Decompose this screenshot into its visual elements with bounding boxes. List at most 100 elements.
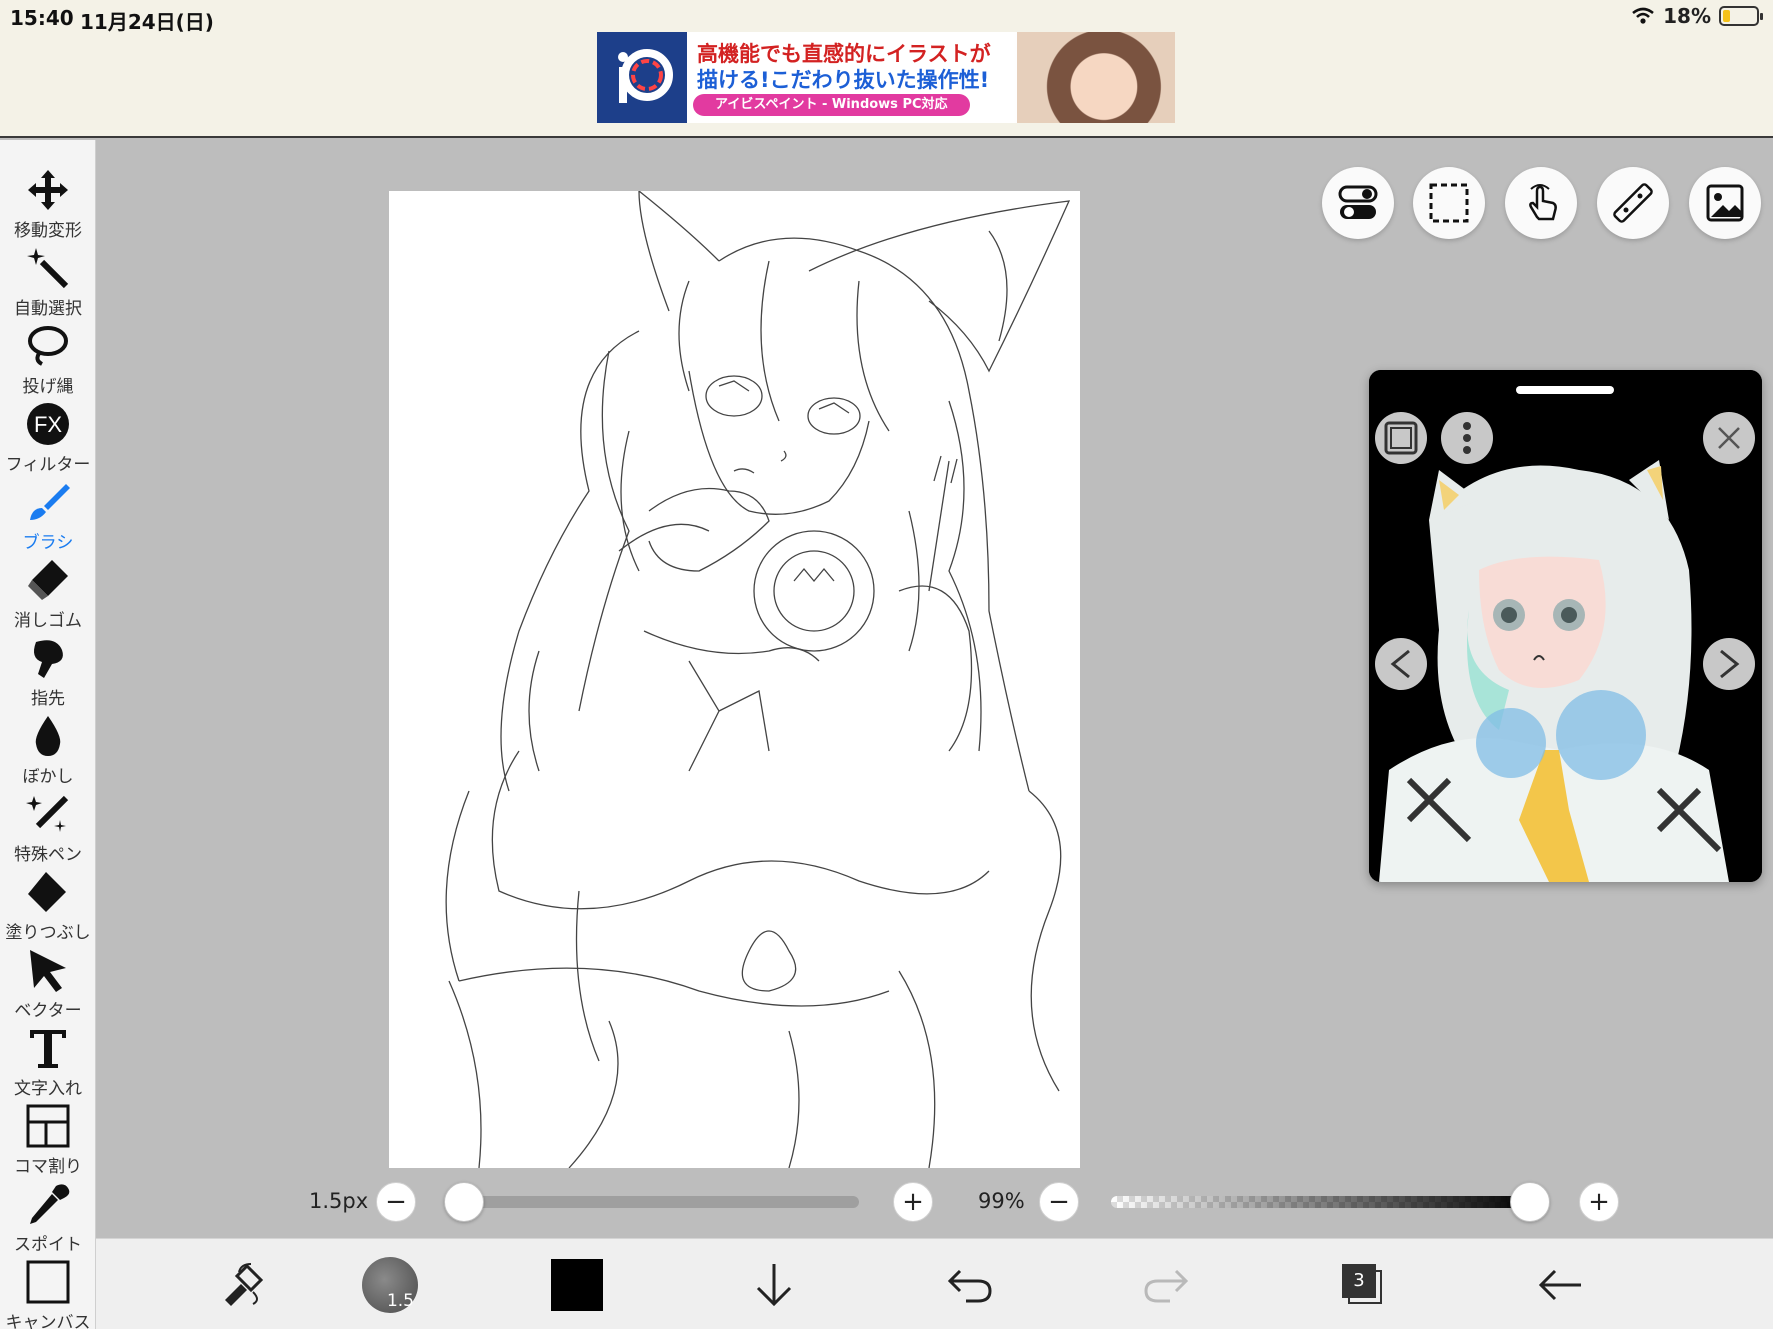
brush-size-slider-thumb[interactable] xyxy=(444,1182,484,1222)
svg-text:FX: FX xyxy=(34,412,62,437)
toggle-settings-button[interactable] xyxy=(1322,167,1394,239)
status-date: 11月24日(日) xyxy=(80,10,214,34)
arrow-left-icon xyxy=(1538,1269,1581,1300)
ruler-button[interactable] xyxy=(1597,167,1669,239)
tool-smudge[interactable]: 指先 xyxy=(0,632,96,710)
tool-label: コマ割り xyxy=(14,1157,82,1177)
tool-label: スポイト xyxy=(14,1235,82,1255)
redo-button[interactable] xyxy=(1126,1239,1206,1329)
selection-rect-icon xyxy=(1429,183,1469,223)
fx-icon: FX xyxy=(27,403,69,445)
brush-size-increase-button[interactable]: + xyxy=(893,1182,933,1222)
fill-icon xyxy=(28,872,66,912)
ad-headline-2: 描ける!こだわり抜いた操作性! xyxy=(697,68,990,92)
square-frame-icon xyxy=(1384,421,1418,455)
tool-label: 投げ縄 xyxy=(22,377,74,397)
brush-size-slider[interactable] xyxy=(444,1196,859,1208)
move-icon xyxy=(28,170,68,210)
layer-count: 3 xyxy=(1342,1263,1376,1298)
redo-icon xyxy=(1144,1269,1188,1302)
line-art-drawing xyxy=(445,191,1071,1168)
more-vertical-icon xyxy=(1463,422,1471,454)
reference-window[interactable] xyxy=(1369,370,1762,882)
brush-size-decrease-button[interactable]: − xyxy=(376,1182,416,1222)
tool-label: キャンバス xyxy=(5,1313,91,1329)
tool-label: 自動選択 xyxy=(14,299,82,319)
reference-image xyxy=(1369,370,1762,882)
arrow-down-icon xyxy=(756,1263,792,1306)
reference-fit-button[interactable] xyxy=(1375,412,1427,464)
eyedropper-icon xyxy=(30,1184,70,1224)
undo-icon xyxy=(948,1269,992,1302)
ad-character-image xyxy=(1017,32,1175,123)
chevron-right-icon xyxy=(1720,649,1740,679)
tool-label: フィルター xyxy=(5,455,91,475)
tool-label: ブラシ xyxy=(22,533,74,553)
reference-close-button[interactable] xyxy=(1703,412,1755,464)
ad-tagline: アイビスペイント - Windows PC対応 xyxy=(693,94,970,116)
color-button[interactable] xyxy=(537,1239,617,1329)
tool-label: ぼかし xyxy=(22,767,74,787)
opacity-slider-thumb[interactable] xyxy=(1509,1182,1550,1222)
hand-touch-icon xyxy=(1529,184,1557,221)
tool-text[interactable]: 文字入れ xyxy=(0,1022,96,1100)
reference-next-button[interactable] xyxy=(1703,638,1755,690)
tool-label: 移動変形 xyxy=(14,221,82,241)
status-time: 15:40 xyxy=(10,6,74,30)
touch-gesture-button[interactable] xyxy=(1505,167,1577,239)
reference-window-drag-handle[interactable] xyxy=(1516,386,1614,394)
opacity-slider[interactable] xyxy=(1111,1196,1534,1208)
tool-frame-divider[interactable]: コマ割り xyxy=(0,1100,96,1178)
tool-label: 消しゴム xyxy=(14,611,82,631)
back-button[interactable] xyxy=(1520,1239,1600,1329)
opacity-increase-button[interactable]: + xyxy=(1579,1182,1619,1222)
reference-image-button[interactable] xyxy=(1689,167,1761,239)
tool-canvas[interactable]: キャンバス xyxy=(0,1256,96,1329)
tool-move-transform[interactable]: 移動変形 xyxy=(0,164,96,242)
tool-sidebar: 移動変形 自動選択 投げ縄 FX フィルター ブラシ 消しゴム 指先 ぼかし 特… xyxy=(0,140,96,1329)
tool-blur[interactable]: ぼかし xyxy=(0,710,96,788)
top-bar: 15:40 11月24日(日) 18% 高機能でも直感的にイラストが 描ける!こ… xyxy=(0,0,1773,138)
brush-preview: 1.5 xyxy=(362,1256,418,1313)
ad-banner[interactable]: 高機能でも直感的にイラストが 描ける!こだわり抜いた操作性! アイビスペイント … xyxy=(597,32,1175,123)
tool-label: ベクター xyxy=(14,1001,82,1021)
undo-button[interactable] xyxy=(930,1239,1010,1329)
battery-icon xyxy=(1719,6,1763,26)
tool-auto-select[interactable]: 自動選択 xyxy=(0,242,96,320)
tool-label: 塗りつぶし xyxy=(5,923,91,943)
layers-button[interactable]: 3 xyxy=(1323,1239,1403,1329)
color-swatch xyxy=(551,1258,603,1311)
opacity-decrease-button[interactable]: − xyxy=(1039,1182,1079,1222)
selection-button[interactable] xyxy=(1413,167,1485,239)
tool-brush[interactable]: ブラシ xyxy=(0,476,96,554)
tool-lasso[interactable]: 投げ縄 xyxy=(0,320,96,398)
brush-size-value: 1.5px xyxy=(309,1189,369,1213)
reference-more-button[interactable] xyxy=(1441,412,1493,464)
tool-eraser[interactable]: 消しゴム xyxy=(0,554,96,632)
drawing-canvas[interactable] xyxy=(389,191,1080,1168)
tool-filter[interactable]: FX フィルター xyxy=(0,398,96,476)
layers-icon: 3 xyxy=(1342,1263,1384,1306)
magic-wand-icon xyxy=(27,248,69,289)
brush-preview-button[interactable]: 1.5 xyxy=(350,1239,430,1329)
brush-eraser-swap-icon xyxy=(225,1262,264,1306)
battery-percent: 18% xyxy=(1663,4,1711,28)
ibispaint-logo xyxy=(597,32,687,123)
ruler-icon xyxy=(1613,183,1653,223)
tool-special-pen[interactable]: 特殊ペン xyxy=(0,788,96,866)
brush-size-badge: 1.5 xyxy=(386,1290,414,1311)
tool-eyedropper[interactable]: スポイト xyxy=(0,1178,96,1256)
status-indicators: 18% xyxy=(1631,4,1763,28)
tool-label: 特殊ペン xyxy=(14,845,82,865)
text-icon xyxy=(30,1030,66,1068)
image-icon xyxy=(1706,184,1744,222)
swap-tool-button[interactable] xyxy=(204,1239,284,1329)
tool-label: 指先 xyxy=(31,689,65,709)
import-down-button[interactable] xyxy=(734,1239,814,1329)
lasso-icon xyxy=(28,326,68,366)
tool-fill[interactable]: 塗りつぶし xyxy=(0,866,96,944)
reference-prev-button[interactable] xyxy=(1375,638,1427,690)
brush-opacity-value: 99% xyxy=(978,1189,1025,1213)
toggle-icon xyxy=(1338,185,1378,219)
tool-vector[interactable]: ベクター xyxy=(0,944,96,1022)
